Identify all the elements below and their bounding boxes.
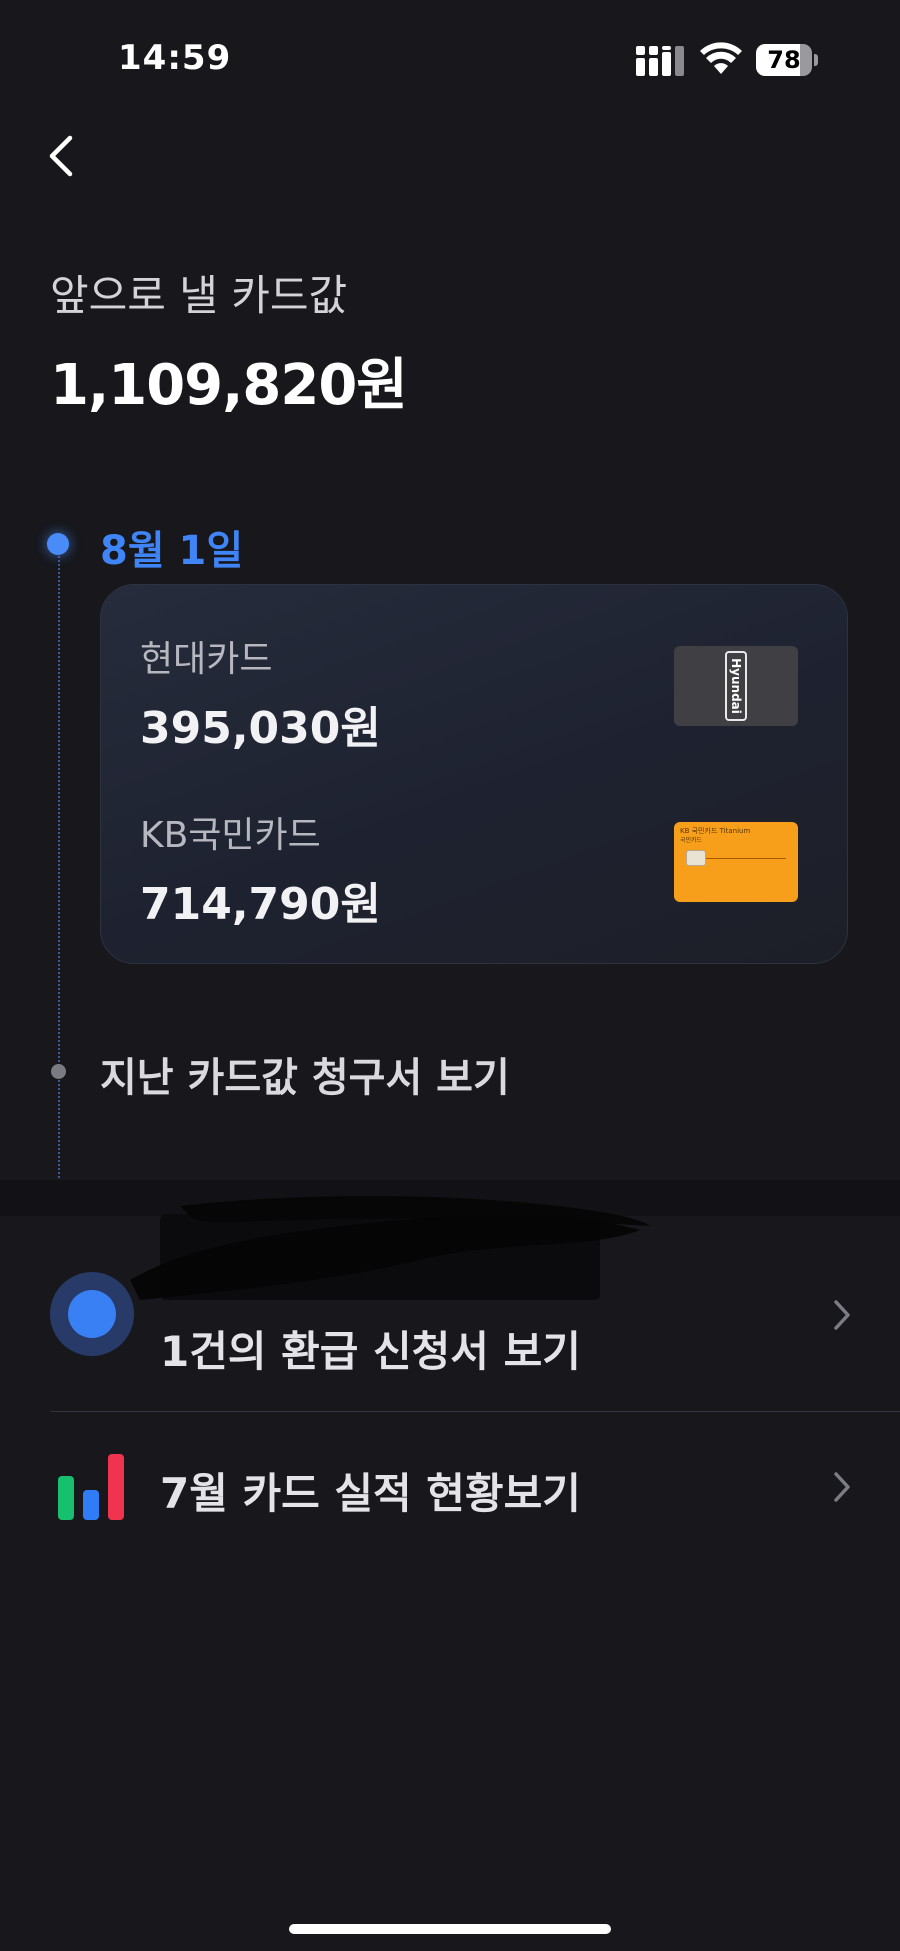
hyundai-card-thumbnail: Hyundai bbox=[674, 646, 798, 726]
card-amount-kb: 714,790원 bbox=[140, 879, 381, 930]
refund-title: 1건의 환급 신청서 보기 bbox=[160, 1327, 581, 1376]
card-amount-hyundai: 395,030원 bbox=[140, 703, 381, 754]
row-divider bbox=[50, 1411, 900, 1412]
battery-percent: 78 bbox=[767, 46, 801, 74]
chevron-left-icon bbox=[49, 135, 73, 177]
home-indicator[interactable] bbox=[289, 1924, 611, 1934]
card-performance-title: 7월 카드 실적 현황보기 bbox=[160, 1469, 581, 1518]
kb-card-sub: 국민카드 bbox=[680, 837, 703, 844]
upcoming-payment-amount: 1,109,820원 bbox=[50, 353, 408, 418]
cellular-signal-icon bbox=[636, 46, 684, 76]
status-time: 14:59 bbox=[118, 38, 232, 78]
back-button[interactable] bbox=[40, 128, 84, 184]
timeline-date: 8월 1일 bbox=[100, 528, 244, 574]
bar-chart-icon bbox=[58, 1454, 124, 1520]
card-name-hyundai: 현대카드 bbox=[140, 639, 273, 680]
upcoming-payment-label: 앞으로 낼 카드값 bbox=[50, 271, 348, 320]
card-name-kb: KB국민카드 bbox=[140, 815, 321, 856]
past-bills-link[interactable]: 지난 카드값 청구서 보기 bbox=[100, 1045, 510, 1103]
timeline-active-dot bbox=[47, 533, 69, 555]
chevron-right-icon bbox=[834, 1300, 850, 1330]
redaction-mark bbox=[130, 1195, 650, 1300]
kb-card-thumbnail: KB 국민카드 Titanium 국민카드 bbox=[674, 822, 798, 902]
chevron-right-icon bbox=[834, 1472, 850, 1502]
hyundai-card-logo: Hyundai bbox=[729, 658, 744, 714]
card-chip-icon bbox=[686, 850, 706, 866]
battery-icon: 78 bbox=[756, 44, 818, 76]
wifi-icon bbox=[700, 42, 742, 74]
timeline-dot bbox=[51, 1064, 66, 1079]
timeline-line bbox=[58, 552, 60, 1178]
